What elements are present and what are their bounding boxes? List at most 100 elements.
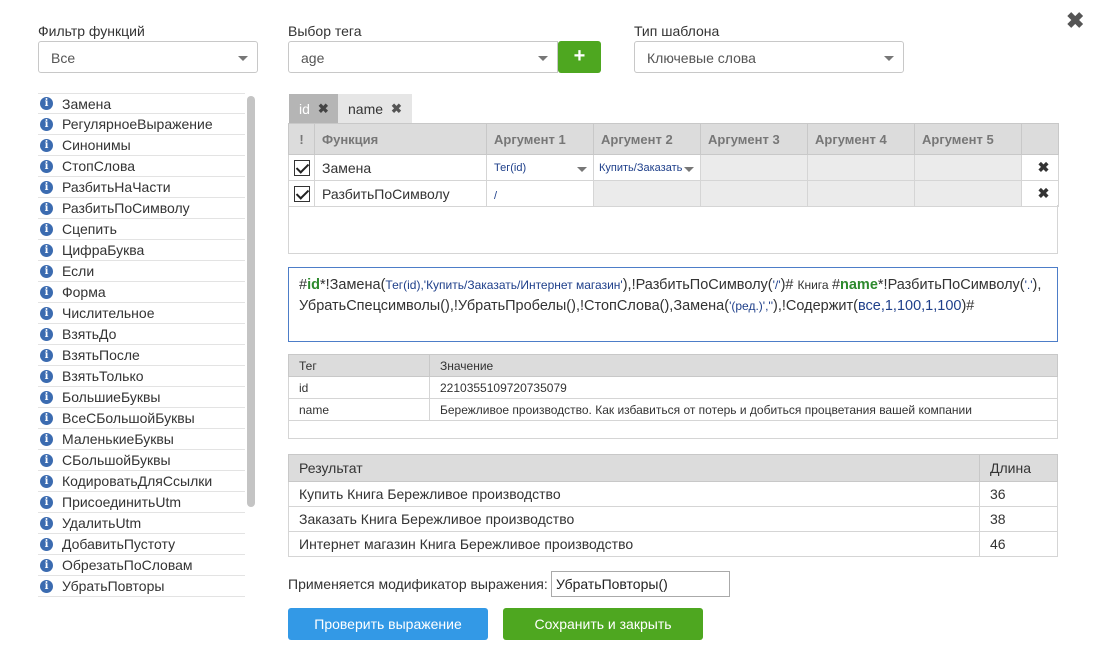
info-icon[interactable]: i (40, 453, 53, 467)
function-name: ПрисоединитьUtm (62, 494, 181, 510)
list-item[interactable]: i ДобавитьПустоту (38, 534, 245, 555)
info-icon[interactable]: i (40, 159, 53, 173)
list-item[interactable]: i МаленькиеБуквы (38, 429, 245, 450)
list-item[interactable]: i Форма (38, 282, 245, 303)
function-name: Замена (314, 154, 487, 181)
info-icon[interactable]: i (40, 285, 53, 299)
argument-select[interactable]: Тег(id) (494, 162, 593, 174)
info-icon[interactable]: i (40, 516, 53, 530)
close-icon[interactable]: ✖ (318, 101, 329, 117)
expr-part: ),!Содержит( (773, 298, 858, 314)
delete-icon[interactable]: ✖ (1021, 180, 1059, 207)
list-item[interactable]: i СБольшойБуквы (38, 450, 245, 471)
argument-value: Купить/Заказать (599, 161, 683, 174)
list-item[interactable]: i ЦифраБуква (38, 240, 245, 261)
save-and-close-button[interactable]: Сохранить и закрыть (503, 608, 703, 640)
list-item[interactable]: i РегулярноеВыражение (38, 114, 245, 135)
result-text: Заказать Книга Бережливое производство (288, 506, 980, 532)
list-item[interactable]: i Сцепить (38, 219, 245, 240)
function-name: ВзятьТолько (62, 368, 144, 384)
list-item[interactable]: i ВзятьДо (38, 324, 245, 345)
function-filter-select[interactable]: Все (38, 41, 258, 73)
argument-input[interactable]: / (494, 190, 497, 202)
argument-cell (914, 180, 1022, 207)
modifier-input[interactable]: УбратьПовторы() (551, 571, 730, 597)
list-item[interactable]: i УбратьПовторы (38, 576, 245, 597)
list-item[interactable]: i Синонимы (38, 135, 245, 156)
list-item[interactable]: i ПрисоединитьUtm (38, 492, 245, 513)
info-icon[interactable]: i (40, 390, 53, 404)
column-header: Длина (979, 454, 1058, 482)
chevron-down-icon (538, 56, 548, 61)
tab-id[interactable]: id ✖ (289, 94, 339, 123)
tab-name[interactable]: name ✖ (338, 94, 412, 123)
result-text: Интернет магазин Книга Бережливое произв… (288, 531, 980, 557)
info-icon[interactable]: i (40, 537, 53, 551)
list-item[interactable]: i КодироватьДляСсылки (38, 471, 245, 492)
list-item[interactable]: i Замена (38, 93, 245, 114)
table-row: Заказать Книга Бережливое производство 3… (288, 506, 1058, 532)
info-icon[interactable]: i (40, 243, 53, 257)
info-icon[interactable]: i (40, 495, 53, 509)
list-item[interactable]: i Числительное (38, 303, 245, 324)
list-item[interactable]: i УдалитьUtm (38, 513, 245, 534)
tab-label: name (348, 100, 384, 117)
function-name: ВсеСБольшойБуквы (62, 410, 195, 426)
info-icon[interactable]: i (40, 138, 53, 152)
tag-select[interactable]: age (288, 41, 558, 73)
table-row: Замена Тег(id) Купить/Заказать ✖ (288, 154, 1059, 181)
info-icon[interactable]: i (40, 432, 53, 446)
info-icon[interactable]: i (40, 369, 53, 383)
info-icon[interactable]: i (40, 474, 53, 488)
function-table: ! Функция Аргумент 1 Аргумент 2 Аргумент… (288, 123, 1059, 207)
expr-part: )# (780, 277, 798, 293)
info-icon[interactable]: i (40, 222, 53, 236)
list-item[interactable]: i ВзятьПосле (38, 345, 245, 366)
chevron-down-icon (577, 166, 587, 172)
check-expression-button[interactable]: Проверить выражение (288, 608, 488, 640)
add-tag-button[interactable]: + (558, 41, 601, 73)
info-icon[interactable]: i (40, 411, 53, 425)
info-icon[interactable]: i (40, 201, 53, 215)
expression-editor[interactable]: #id*!Замена(Тег(id),'Купить/Заказать/Инт… (288, 267, 1058, 342)
list-item[interactable]: i ОбрезатьПоСловам (38, 555, 245, 576)
info-icon[interactable]: i (40, 348, 53, 362)
info-icon[interactable]: i (40, 579, 53, 593)
enabled-checkbox[interactable] (294, 186, 310, 203)
function-name: СтопСлова (62, 158, 136, 174)
argument-select[interactable]: Купить/Заказать (599, 162, 700, 174)
close-icon[interactable]: ✖ (1066, 8, 1084, 34)
list-item[interactable]: i Если (38, 261, 245, 282)
column-header: Аргумент 4 (807, 123, 915, 155)
function-filter-value: Все (51, 50, 76, 66)
close-icon[interactable]: ✖ (391, 101, 402, 117)
info-icon[interactable]: i (40, 180, 53, 194)
function-name: ВзятьПосле (62, 347, 140, 363)
function-list-scrollbar[interactable] (247, 96, 255, 507)
tag-cell: id (288, 376, 430, 399)
function-list: i Замена i РегулярноеВыражение i Синонимы i Сто… (38, 93, 245, 597)
table-header-row: Тег Значение (288, 354, 1058, 377)
delete-icon[interactable]: ✖ (1021, 154, 1059, 181)
template-type-select[interactable]: Ключевые слова (634, 41, 904, 73)
result-length: 46 (979, 531, 1058, 557)
function-name: ОбрезатьПоСловам (62, 557, 193, 573)
info-icon[interactable]: i (40, 327, 53, 341)
info-icon[interactable]: i (40, 264, 53, 278)
function-name: Форма (62, 284, 106, 300)
info-icon[interactable]: i (40, 558, 53, 572)
list-item[interactable]: i СтопСлова (38, 156, 245, 177)
table-row: Купить Книга Бережливое производство 36 (288, 481, 1058, 507)
list-item[interactable]: i ВзятьТолько (38, 366, 245, 387)
list-item[interactable]: i ВсеСБольшойБуквы (38, 408, 245, 429)
tag-value-table-empty-area (288, 418, 1058, 439)
list-item[interactable]: i РазбитьНаЧасти (38, 177, 245, 198)
info-icon[interactable]: i (40, 117, 53, 131)
info-icon[interactable]: i (40, 306, 53, 320)
column-header: ! (288, 123, 315, 155)
table-header-row: Результат Длина (288, 454, 1058, 482)
info-icon[interactable]: i (40, 97, 53, 110)
enabled-checkbox[interactable] (294, 160, 310, 177)
list-item[interactable]: i РазбитьПоСимволу (38, 198, 245, 219)
list-item[interactable]: i БольшиеБуквы (38, 387, 245, 408)
